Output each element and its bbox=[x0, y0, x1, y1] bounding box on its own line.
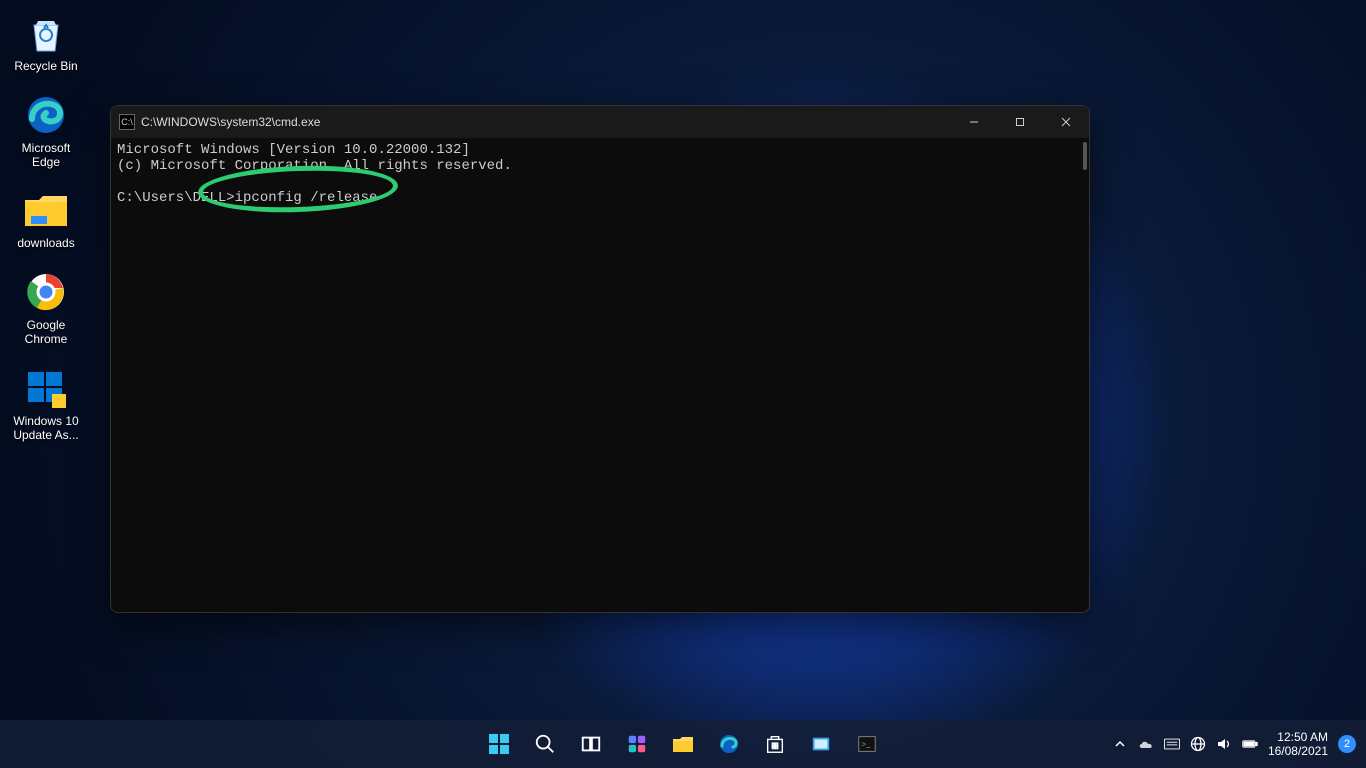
cmd-window[interactable]: C:\ C:\WINDOWS\system32\cmd.exe Microsof… bbox=[110, 105, 1090, 613]
close-button[interactable] bbox=[1043, 106, 1089, 138]
desktop-icon-recycle-bin[interactable]: Recycle Bin bbox=[6, 10, 86, 74]
cmd-title: C:\WINDOWS\system32\cmd.exe bbox=[141, 115, 320, 129]
tray-overflow-icon[interactable] bbox=[1112, 736, 1128, 752]
volume-icon[interactable] bbox=[1216, 736, 1232, 752]
onedrive-icon[interactable] bbox=[1138, 736, 1154, 752]
taskbar-system-tray: 12:50 AM 16/08/2021 2 bbox=[1112, 730, 1366, 759]
minimize-button[interactable] bbox=[951, 106, 997, 138]
cmd-output-line: Microsoft Windows [Version 10.0.22000.13… bbox=[117, 142, 470, 158]
cmd-body[interactable]: Microsoft Windows [Version 10.0.22000.13… bbox=[111, 138, 1089, 612]
edge-icon bbox=[23, 92, 69, 138]
desktop-icon-label: Windows 10 Update As... bbox=[6, 415, 86, 443]
network-icon[interactable] bbox=[1190, 736, 1206, 752]
svg-text:>_: >_ bbox=[862, 740, 872, 749]
desktop-icon-label: Google Chrome bbox=[6, 319, 86, 347]
desktop-icon-downloads[interactable]: downloads bbox=[6, 187, 86, 251]
notification-badge[interactable]: 2 bbox=[1338, 735, 1356, 753]
recycle-bin-icon bbox=[23, 10, 69, 56]
desktop-icon-edge[interactable]: Microsoft Edge bbox=[6, 92, 86, 170]
folder-icon bbox=[23, 187, 69, 233]
notification-count: 2 bbox=[1344, 738, 1350, 750]
scrollbar-thumb[interactable] bbox=[1083, 142, 1087, 170]
window-controls bbox=[951, 106, 1089, 138]
edge-taskbar-button[interactable] bbox=[709, 724, 749, 764]
maximize-button[interactable] bbox=[997, 106, 1043, 138]
cmd-taskbar-button[interactable]: >_ bbox=[847, 724, 887, 764]
cmd-typed-command: ipconfig /release bbox=[235, 190, 378, 206]
search-button[interactable] bbox=[525, 724, 565, 764]
clock-date: 16/08/2021 bbox=[1268, 744, 1328, 758]
keyboard-lang-icon[interactable] bbox=[1164, 736, 1180, 752]
task-view-button[interactable] bbox=[571, 724, 611, 764]
desktop-icon-label: downloads bbox=[17, 237, 74, 251]
cmd-app-icon: C:\ bbox=[119, 114, 135, 130]
desktop-icons-column: Recycle Bin Microsoft Edge downloads bbox=[6, 10, 86, 442]
taskbar-clock[interactable]: 12:50 AM 16/08/2021 bbox=[1268, 730, 1328, 759]
file-explorer-button[interactable] bbox=[663, 724, 703, 764]
widgets-button[interactable] bbox=[617, 724, 657, 764]
cmd-titlebar[interactable]: C:\ C:\WINDOWS\system32\cmd.exe bbox=[111, 106, 1089, 138]
clock-time: 12:50 AM bbox=[1268, 730, 1328, 744]
store-button[interactable] bbox=[755, 724, 795, 764]
settings-app-button[interactable] bbox=[801, 724, 841, 764]
desktop-icon-chrome[interactable]: Google Chrome bbox=[6, 269, 86, 347]
chrome-icon bbox=[23, 269, 69, 315]
desktop-icon-label: Recycle Bin bbox=[14, 60, 77, 74]
desktop-icon-label: Microsoft Edge bbox=[6, 142, 86, 170]
battery-icon[interactable] bbox=[1242, 736, 1258, 752]
windows-update-icon bbox=[23, 365, 69, 411]
start-button[interactable] bbox=[479, 724, 519, 764]
cmd-output-line: (c) Microsoft Corporation. All rights re… bbox=[117, 158, 512, 174]
taskbar: >_ 12:50 AM 16/08/2021 bbox=[0, 720, 1366, 768]
desktop-icon-win10-update[interactable]: Windows 10 Update As... bbox=[6, 365, 86, 443]
taskbar-center-apps: >_ bbox=[479, 724, 887, 764]
cmd-prompt: C:\Users\DELL> bbox=[117, 190, 235, 206]
